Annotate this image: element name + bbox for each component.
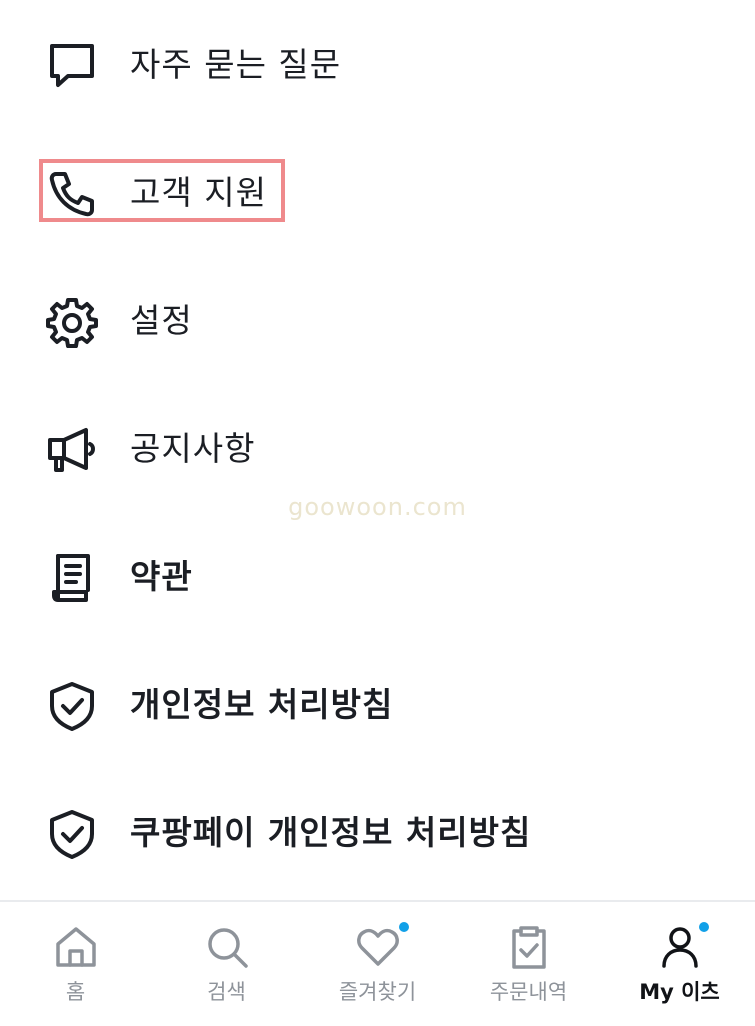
menu-item-label: 공지사항	[130, 429, 256, 468]
shield-check-icon	[46, 808, 98, 860]
menu-item-faq[interactable]: 자주 묻는 질문	[0, 18, 755, 114]
menu-item-settings[interactable]: 설정	[0, 274, 755, 370]
chat-bubble-icon	[46, 40, 98, 92]
tab-search[interactable]: 검색	[151, 902, 302, 1026]
menu-item-label: 자주 묻는 질문	[130, 45, 342, 84]
tab-label: 주문내역	[489, 980, 568, 1004]
menu-item-label: 약관	[130, 557, 193, 596]
tab-label: My 이츠	[639, 980, 720, 1004]
highlight-box	[39, 159, 285, 222]
menu-item-privacy-policy[interactable]: 개인정보 처리방침	[0, 658, 755, 754]
megaphone-icon	[46, 424, 98, 476]
watermark: goowoon.com	[288, 493, 467, 521]
tab-my-eats[interactable]: My 이츠	[604, 902, 755, 1026]
menu-item-label: 쿠팡페이 개인정보 처리방침	[130, 813, 532, 852]
menu-item-coupangpay-privacy-policy[interactable]: 쿠팡페이 개인정보 처리방침	[0, 786, 755, 882]
menu-item-label: 개인정보 처리방침	[130, 685, 394, 724]
heart-icon	[355, 924, 401, 970]
menu-item-label: 설정	[130, 301, 193, 340]
home-icon	[53, 924, 99, 970]
tab-label: 즐겨찾기	[338, 980, 417, 1004]
clipboard-check-icon	[506, 924, 552, 970]
tab-favorites[interactable]: 즐겨찾기	[302, 902, 453, 1026]
tab-label: 홈	[65, 980, 86, 1004]
menu-item-terms[interactable]: 약관	[0, 530, 755, 626]
person-icon	[657, 924, 703, 970]
shield-check-icon	[46, 680, 98, 732]
gear-icon	[46, 296, 98, 348]
menu-item-notices[interactable]: 공지사항	[0, 402, 755, 498]
document-icon	[46, 552, 98, 604]
tab-orders[interactable]: 주문내역	[453, 902, 604, 1026]
bottom-tab-bar: 홈 검색 즐겨찾기 주문내역 My 이츠	[0, 900, 755, 1026]
tab-home[interactable]: 홈	[0, 902, 151, 1026]
notification-badge	[399, 922, 409, 932]
search-icon	[204, 924, 250, 970]
notification-badge	[699, 922, 709, 932]
tab-label: 검색	[207, 980, 246, 1004]
